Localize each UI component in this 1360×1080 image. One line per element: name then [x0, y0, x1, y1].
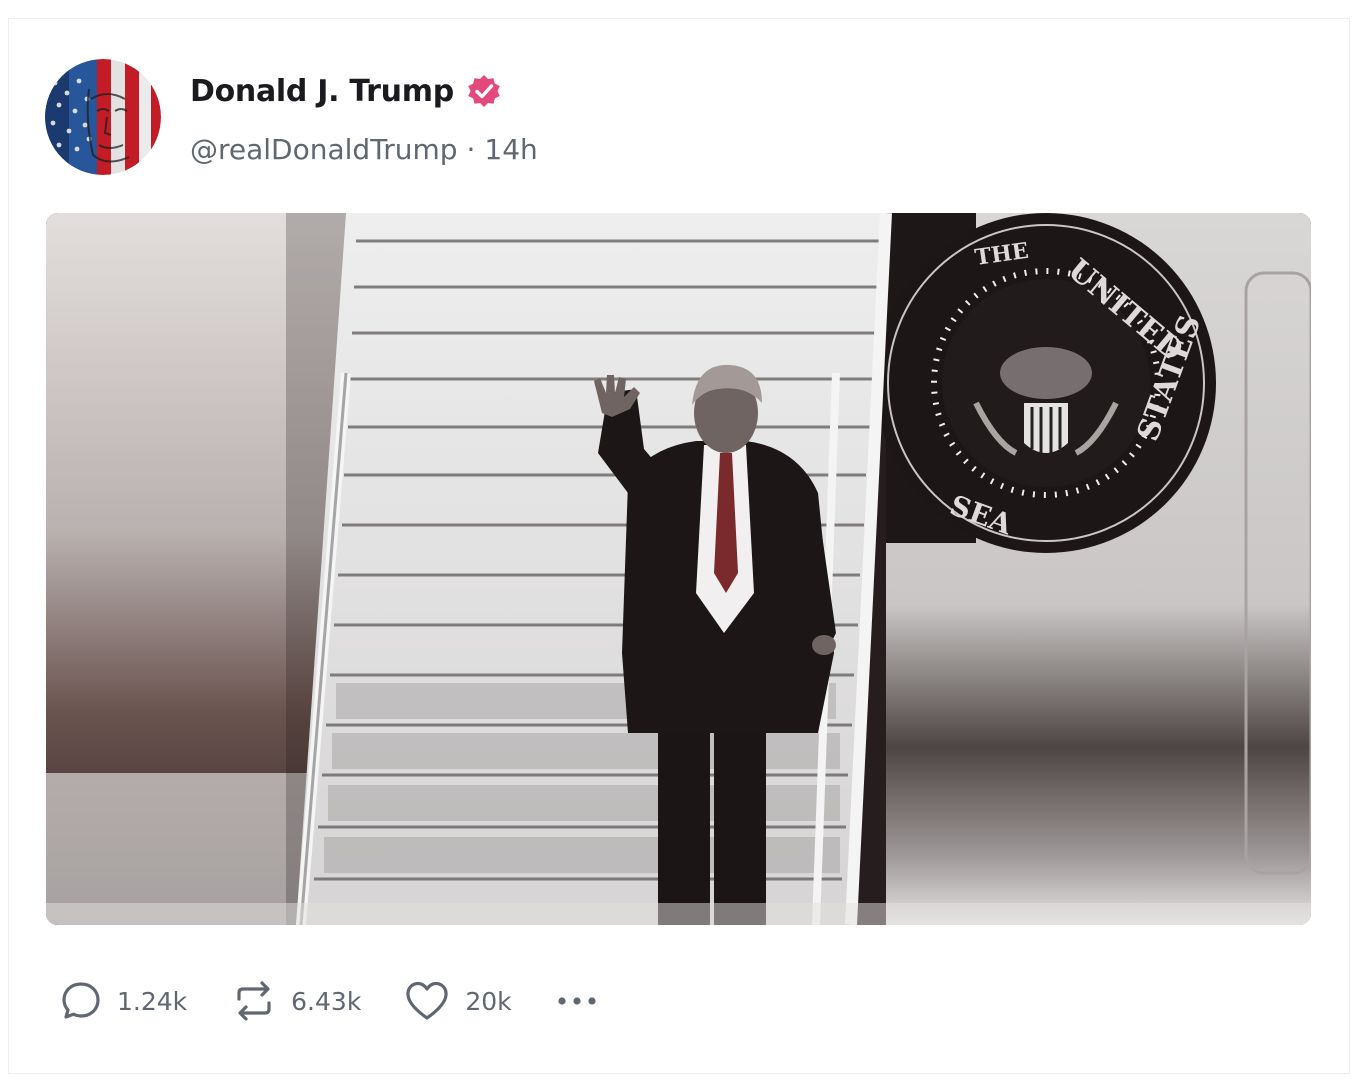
repost-arrows-icon — [237, 981, 271, 1021]
repost-button[interactable]: 6.43k — [231, 979, 361, 1023]
repost-count: 6.43k — [291, 986, 362, 1016]
post-video[interactable]: THE UNITED STATES SEA — [46, 213, 1311, 925]
reply-count: 1.24k — [117, 986, 188, 1016]
author-avatar[interactable] — [45, 59, 161, 175]
post-actions-bar: 1.24k 6.43k 20k — [59, 977, 602, 1025]
post-timestamp[interactable]: 14h — [484, 133, 537, 166]
post-card: Donald J. Trump @realDonaldTrump · 14h T… — [8, 18, 1350, 1074]
author-handle[interactable]: @realDonaldTrump — [190, 133, 458, 166]
reply-button[interactable]: 1.24k — [59, 979, 187, 1023]
ellipsis-icon — [558, 997, 596, 1005]
like-count: 20k — [465, 986, 512, 1016]
comment-bubble-icon — [62, 982, 100, 1019]
like-button[interactable]: 20k — [403, 979, 512, 1023]
avatar-flag-portrait — [45, 59, 161, 175]
author-meta-row: @realDonaldTrump · 14h — [190, 133, 538, 166]
meta-separator: · — [466, 133, 476, 166]
page: Donald J. Trump @realDonaldTrump · 14h T… — [0, 0, 1360, 1080]
video-still-image: THE UNITED STATES SEA — [46, 213, 1311, 925]
presidential-seal: THE UNITED STATES SEA — [876, 213, 1216, 553]
more-options-button[interactable] — [554, 989, 602, 1013]
verified-badge-icon — [466, 73, 502, 109]
heart-icon — [406, 981, 448, 1020]
author-display-name[interactable]: Donald J. Trump — [190, 74, 454, 109]
author-name-row[interactable]: Donald J. Trump — [190, 71, 502, 111]
